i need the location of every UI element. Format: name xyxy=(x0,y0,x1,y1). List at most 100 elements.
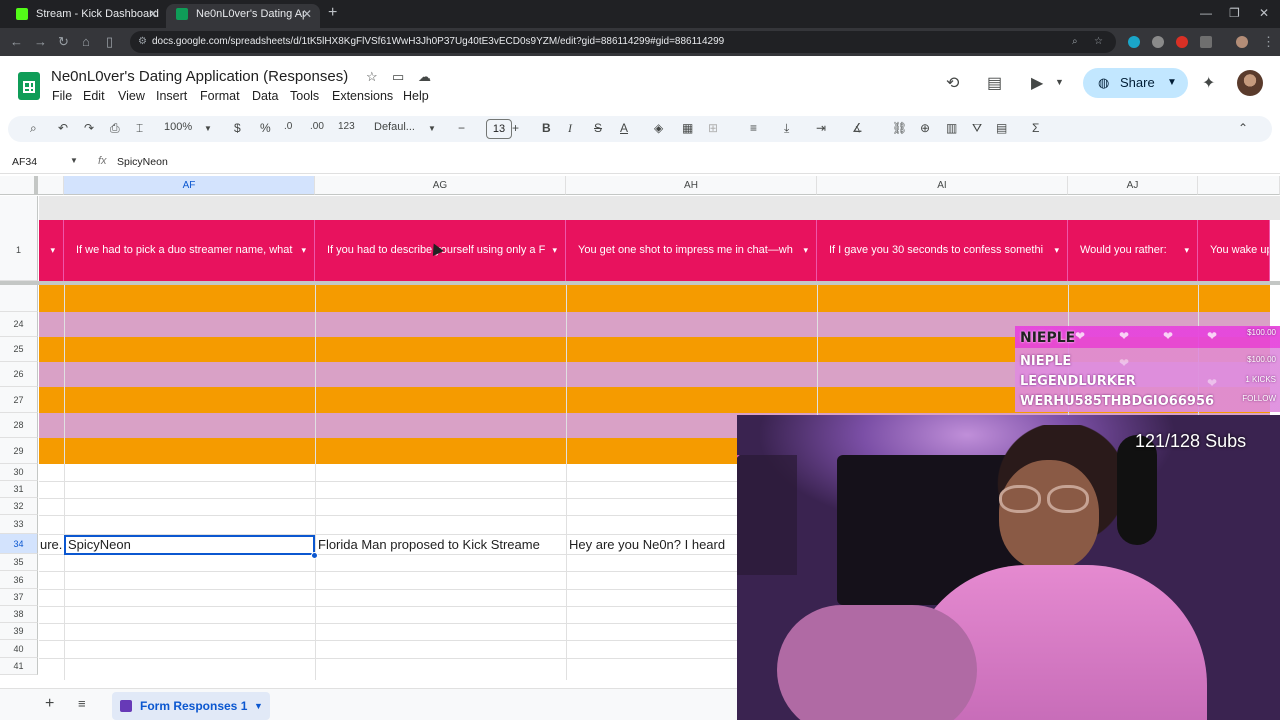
zoom-icon[interactable]: ⌕ xyxy=(1072,31,1078,53)
filter-dropdown-icon[interactable]: ▾ xyxy=(1054,220,1059,281)
horizontal-align-icon[interactable]: ≡ xyxy=(750,121,757,135)
header-cell-aj[interactable]: Would you rather: ▾ xyxy=(1068,220,1198,281)
menu-format[interactable]: Format xyxy=(200,89,240,103)
filter-dropdown-icon[interactable]: ▾ xyxy=(803,220,808,281)
bold-button[interactable]: B xyxy=(542,121,551,135)
share-caret-icon[interactable]: ▼ xyxy=(1167,68,1177,98)
name-box-caret-icon[interactable]: ▼ xyxy=(70,156,78,165)
move-folder-icon[interactable]: ▭ xyxy=(392,69,404,85)
font-size-input[interactable]: 13 xyxy=(486,119,512,139)
column-header-partial[interactable] xyxy=(1198,176,1280,195)
column-header-ai[interactable]: AI xyxy=(817,176,1068,195)
percent-format-button[interactable]: % xyxy=(260,121,271,135)
insert-link-icon[interactable]: ⛓ xyxy=(892,121,907,135)
menu-view[interactable]: View xyxy=(118,89,145,103)
decrease-font-size-icon[interactable]: − xyxy=(458,121,465,135)
text-color-button[interactable]: A xyxy=(620,121,628,135)
column-header-partial[interactable] xyxy=(38,176,64,195)
forward-icon[interactable]: → xyxy=(34,34,47,49)
menu-data[interactable]: Data xyxy=(252,89,278,103)
sheet-tab-caret-icon[interactable]: ▼ xyxy=(254,692,263,720)
currency-format-button[interactable]: $ xyxy=(234,121,241,135)
gemini-sparkle-icon[interactable]: ✦ xyxy=(1202,73,1215,93)
functions-button[interactable]: Σ xyxy=(1032,121,1039,135)
comments-icon[interactable]: ▤ xyxy=(987,73,1002,93)
bookmark-star-icon[interactable]: ☆ xyxy=(1094,31,1103,53)
column-header-af[interactable]: AF xyxy=(64,176,315,195)
all-sheets-menu-icon[interactable]: ≡ xyxy=(78,696,86,711)
filter-views-icon[interactable]: ▤ xyxy=(996,121,1007,135)
vertical-align-icon[interactable]: ⤓ xyxy=(784,121,789,136)
meet-caret-icon[interactable]: ▼ xyxy=(1055,77,1064,87)
star-icon[interactable]: ☆ xyxy=(366,69,378,85)
filter-dropdown-icon[interactable]: ▾ xyxy=(50,220,55,281)
share-button[interactable]: ◍ Share ▼ xyxy=(1083,68,1188,98)
print-icon[interactable]: ⎙ xyxy=(110,121,120,136)
decrease-decimal-button[interactable]: .0 xyxy=(284,121,292,132)
merge-cells-icon[interactable]: ⊞ xyxy=(708,121,718,135)
column-header-ah[interactable]: AH xyxy=(566,176,817,195)
account-avatar[interactable] xyxy=(1237,70,1263,96)
row-header[interactable]: 40 xyxy=(0,640,38,658)
row-header[interactable]: 28 xyxy=(0,413,38,438)
row-header[interactable]: 39 xyxy=(0,623,38,640)
reload-icon[interactable]: ↻ xyxy=(58,34,69,50)
insert-comment-icon[interactable]: ⊕ xyxy=(920,121,930,135)
tab-kick-dashboard[interactable]: Stream - Kick Dashboard ✕ xyxy=(6,4,166,28)
maximize-icon[interactable]: ❐ xyxy=(1229,6,1240,20)
text-wrapping-icon[interactable]: ⇥ xyxy=(816,121,826,135)
extension-icon[interactable] xyxy=(1128,36,1140,48)
text-rotation-icon[interactable]: ∡ xyxy=(852,121,863,135)
fill-handle[interactable] xyxy=(311,552,318,559)
zoom-select[interactable]: 100% xyxy=(164,121,192,133)
extensions-puzzle-icon[interactable] xyxy=(1200,36,1212,48)
row-header-selected[interactable]: 34 xyxy=(0,534,38,554)
name-box[interactable]: AF34 xyxy=(12,156,37,168)
filter-dropdown-icon[interactable]: ▾ xyxy=(552,220,557,281)
row-header-blank[interactable] xyxy=(0,285,38,312)
cell-ag34[interactable]: Florida Man proposed to Kick Streame xyxy=(318,537,566,552)
borders-icon[interactable]: ▦ xyxy=(682,121,693,135)
insert-chart-icon[interactable]: ▥ xyxy=(946,121,957,135)
filter-dropdown-icon[interactable]: ▾ xyxy=(1184,220,1189,281)
italic-button[interactable]: I xyxy=(568,121,572,136)
menu-help[interactable]: Help xyxy=(403,89,429,103)
meet-camera-icon[interactable]: ▶ xyxy=(1031,73,1043,93)
row-header[interactable]: 31 xyxy=(0,481,38,498)
header-cell-ah[interactable]: You get one shot to impress me in chat—w… xyxy=(566,220,817,281)
formula-input[interactable]: SpicyNeon xyxy=(117,156,168,168)
row-header[interactable]: 36 xyxy=(0,571,38,589)
close-tab-icon[interactable]: ✕ xyxy=(302,4,312,24)
menu-edit[interactable]: Edit xyxy=(83,89,105,103)
close-tab-icon[interactable]: ✕ xyxy=(148,4,158,24)
select-all-corner[interactable] xyxy=(0,176,38,195)
version-history-icon[interactable]: ⟲ xyxy=(946,73,959,93)
undo-icon[interactable]: ↶ xyxy=(58,121,68,135)
row-header[interactable]: 37 xyxy=(0,589,38,606)
profile-avatar[interactable] xyxy=(1236,36,1248,48)
home-icon[interactable]: ⌂ xyxy=(82,34,90,49)
row-header[interactable]: 33 xyxy=(0,515,38,534)
sheet-tab-form-responses[interactable]: Form Responses 1 ▼ xyxy=(112,692,270,720)
minimize-icon[interactable]: — xyxy=(1200,6,1212,20)
header-cell-af[interactable]: If we had to pick a duo streamer name, w… xyxy=(64,220,315,281)
more-formats-button[interactable]: 123 xyxy=(338,121,355,132)
cell-ah34[interactable]: Hey are you Ne0n? I heard xyxy=(569,537,725,552)
create-filter-icon[interactable]: ⛛ xyxy=(972,121,982,136)
extension-icon[interactable] xyxy=(1152,36,1164,48)
zoom-caret-icon[interactable]: ▼ xyxy=(204,124,212,133)
address-bar[interactable]: ⚙ docs.google.com/spreadsheets/d/1tK5lHX… xyxy=(130,31,1116,53)
row-header[interactable]: 41 xyxy=(0,658,38,675)
font-caret-icon[interactable]: ▼ xyxy=(428,124,436,133)
menu-tools[interactable]: Tools xyxy=(290,89,319,103)
row-header-1[interactable]: 1 xyxy=(0,196,38,281)
row-header[interactable]: 38 xyxy=(0,606,38,623)
site-info-icon[interactable]: ⚙ xyxy=(138,31,147,53)
row-header[interactable]: 24 xyxy=(0,312,38,337)
row-header[interactable]: 29 xyxy=(0,438,38,464)
tab-google-sheets[interactable]: Ne0nL0ver's Dating Application (Response… xyxy=(166,4,320,28)
hide-menus-chevron-icon[interactable]: ⌃ xyxy=(1238,121,1248,135)
add-sheet-icon[interactable]: + xyxy=(45,695,54,713)
paint-format-icon[interactable]: ⌶ xyxy=(136,121,143,136)
menu-insert[interactable]: Insert xyxy=(156,89,187,103)
